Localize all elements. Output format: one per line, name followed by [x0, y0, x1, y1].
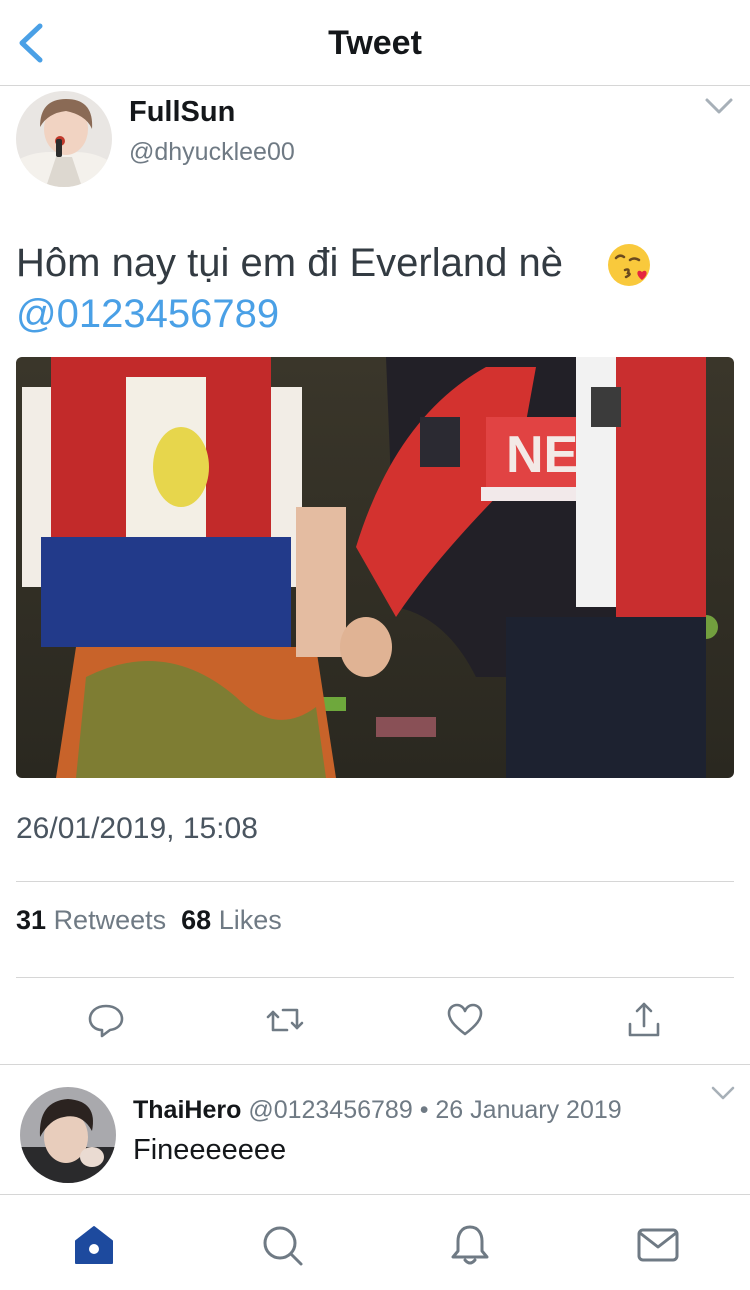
- tweet-photo[interactable]: NE: [16, 357, 734, 778]
- svg-text:NE: NE: [506, 426, 578, 484]
- tweet-body: Hôm nay tụi em đi Everland nè: [16, 241, 563, 285]
- share-icon[interactable]: [624, 1000, 664, 1040]
- engagement-counts: 31 Retweets 68 Likes: [16, 905, 282, 936]
- reply-header: ThaiHero @0123456789 • 26 January 2019: [133, 1096, 622, 1125]
- reply-author-name[interactable]: ThaiHero: [133, 1096, 241, 1124]
- divider: [16, 881, 734, 882]
- mention-link[interactable]: @0123456789: [16, 292, 279, 336]
- reply-date: 26 January 2019: [435, 1096, 622, 1124]
- tab-bar: [0, 1194, 750, 1290]
- like-icon[interactable]: [445, 1000, 485, 1040]
- messages-icon[interactable]: [636, 1223, 680, 1267]
- divider: [0, 1064, 750, 1065]
- chevron-down-icon[interactable]: [704, 96, 734, 116]
- divider: [16, 977, 734, 978]
- top-bar: Tweet: [0, 0, 750, 86]
- likes-label[interactable]: Likes: [219, 905, 282, 935]
- separator-dot: •: [419, 1096, 429, 1124]
- reply-author-handle[interactable]: @0123456789: [248, 1096, 412, 1124]
- tweet-timestamp: 26/01/2019, 15:08: [16, 812, 258, 845]
- chevron-down-icon[interactable]: [710, 1085, 736, 1101]
- retweet-icon[interactable]: [265, 1000, 305, 1040]
- likes-count[interactable]: 68: [181, 905, 211, 935]
- page-title: Tweet: [328, 24, 422, 62]
- notifications-icon[interactable]: [448, 1223, 492, 1267]
- retweets-count[interactable]: 31: [16, 905, 46, 935]
- home-icon[interactable]: [72, 1223, 116, 1267]
- reply-icon[interactable]: [86, 1000, 126, 1040]
- search-icon[interactable]: [260, 1223, 304, 1267]
- author-handle[interactable]: @dhyucklee00: [129, 138, 295, 167]
- kissing-face-emoji: [608, 244, 650, 286]
- reply-avatar[interactable]: [20, 1087, 116, 1183]
- author-name[interactable]: FullSun: [129, 96, 235, 129]
- author-avatar[interactable]: [16, 91, 112, 187]
- retweets-label[interactable]: Retweets: [54, 905, 167, 935]
- reply-text: Fineeeeeee: [133, 1134, 287, 1166]
